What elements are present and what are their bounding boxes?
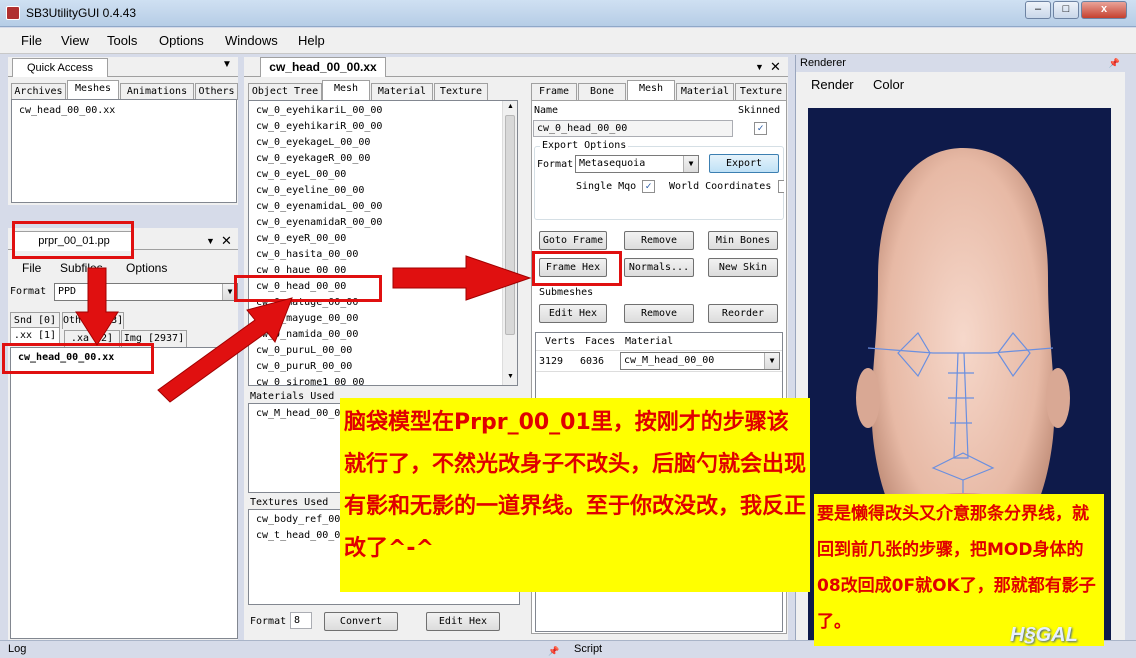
watermark-logo: H§GAL [1010,624,1078,646]
arrow-right [392,255,532,301]
annotation-main: 脑袋模型在Prpr_00_01里，按刚才的步骤该就行了，不然光改身子不改头，后脑… [340,398,810,592]
arrow-diagonal [157,297,293,403]
arrow-down [75,267,119,346]
